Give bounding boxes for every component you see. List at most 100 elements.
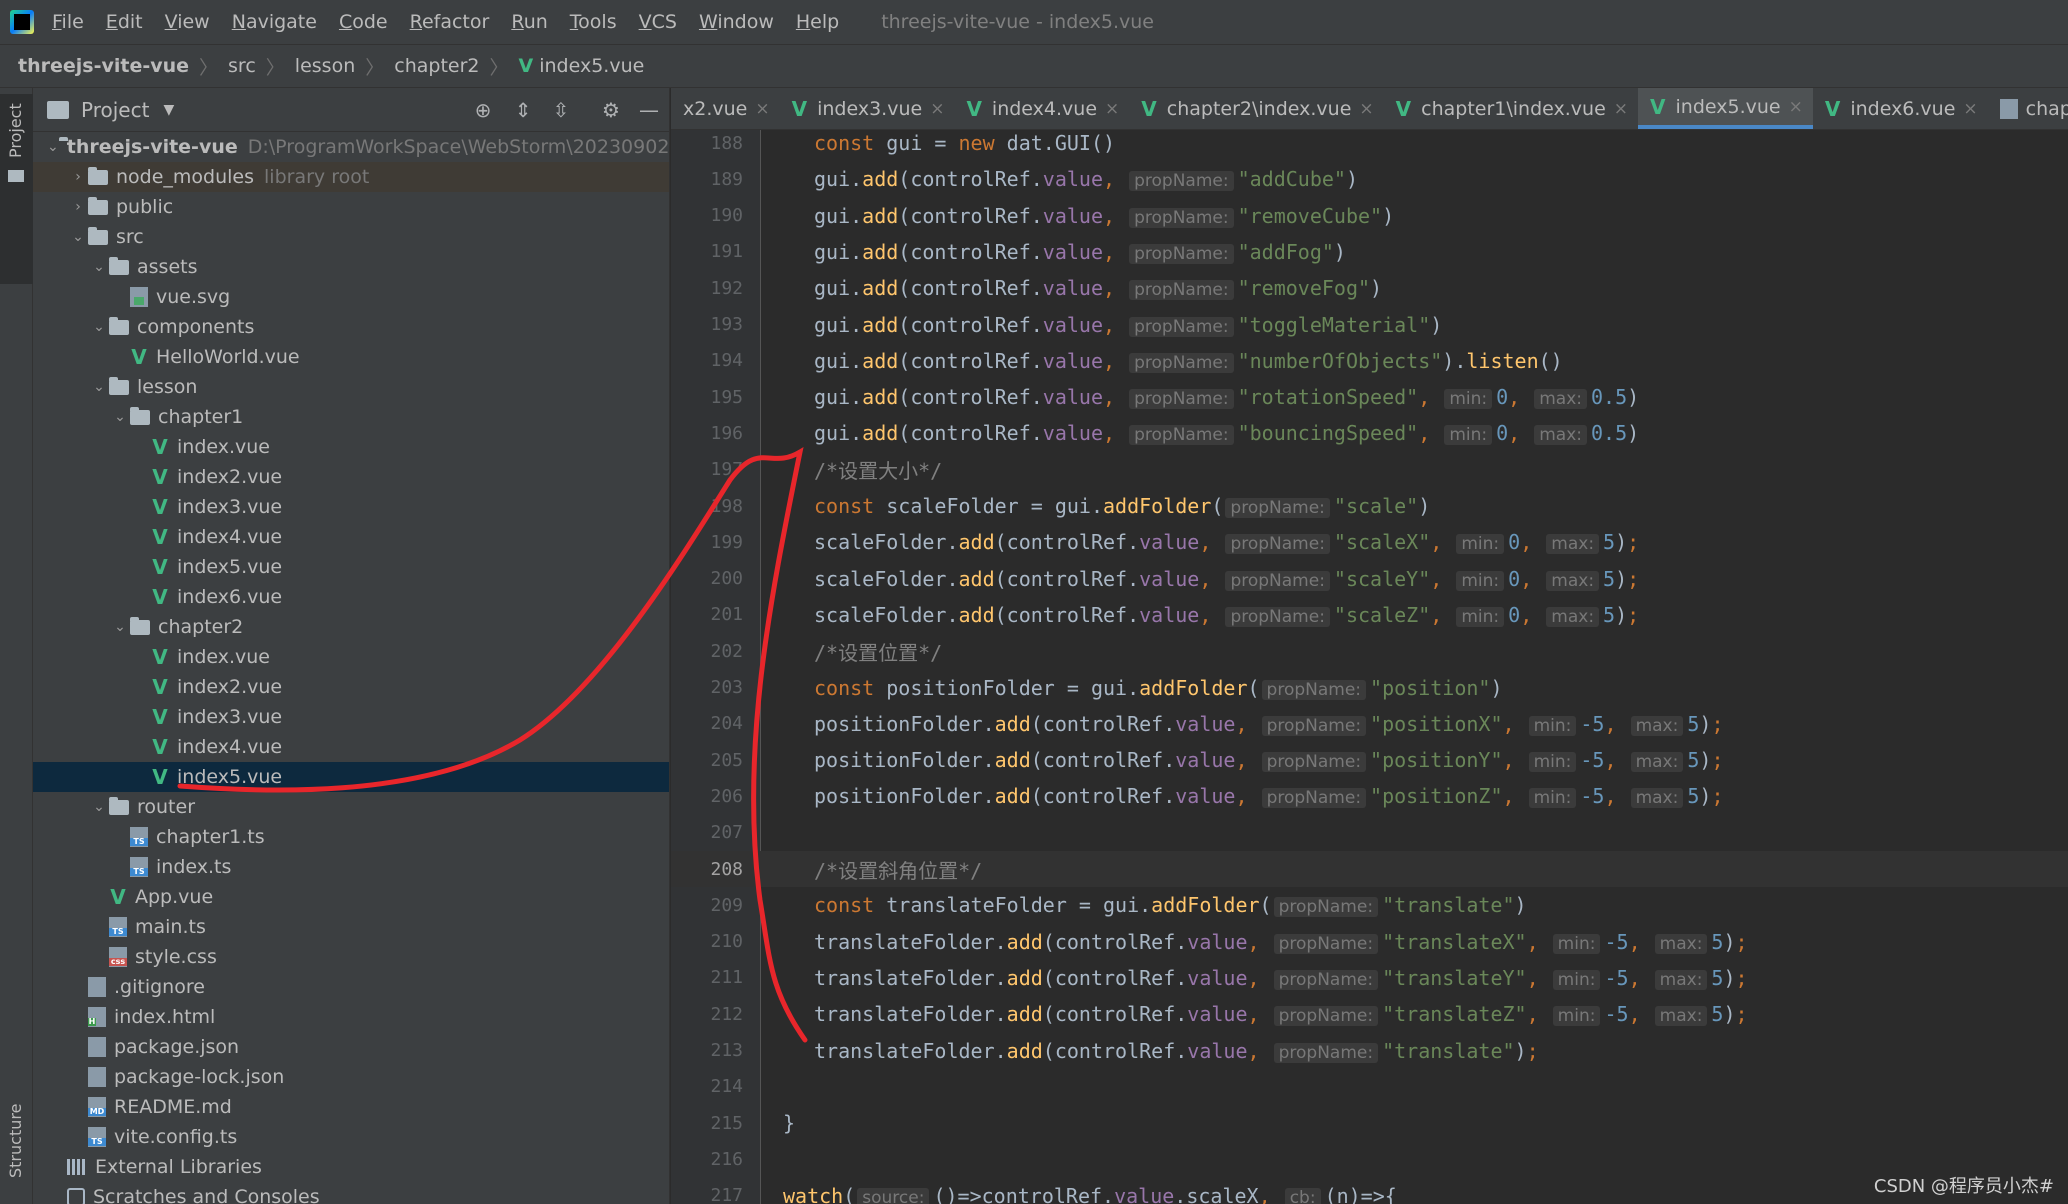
tree-file[interactable]: Vindex4.vue	[33, 732, 669, 762]
tree-file[interactable]: Vindex.vue	[33, 432, 669, 462]
line-number: 191	[710, 241, 743, 263]
tree-folder[interactable]: ⌄ src	[33, 222, 669, 252]
tree-file[interactable]: Vindex2.vue	[33, 672, 669, 702]
close-icon[interactable]: ×	[1789, 97, 1803, 117]
close-icon[interactable]: ×	[1359, 99, 1373, 119]
close-icon[interactable]: ×	[1105, 99, 1119, 119]
tree-file[interactable]: package-lock.json	[33, 1062, 669, 1092]
tree-folder[interactable]: › node_modules library root	[33, 162, 669, 192]
tree-file[interactable]: V App.vue	[33, 882, 669, 912]
editor-tab[interactable]: Vindex6.vue ×	[1813, 88, 1988, 129]
vue-file-icon: V	[152, 585, 168, 609]
tree-file[interactable]: index.html	[33, 1002, 669, 1032]
menu-tools[interactable]: Tools	[570, 11, 617, 33]
chevron-down-icon[interactable]: ⌄	[110, 619, 130, 635]
line-number: 192	[710, 277, 743, 299]
breadcrumb-item[interactable]: index5.vue	[539, 55, 644, 77]
tree-folder[interactable]: ⌄ components	[33, 312, 669, 342]
gear-icon[interactable]: ⚙	[599, 98, 623, 122]
expand-all-icon[interactable]: ⇕	[511, 98, 535, 122]
breadcrumb-item[interactable]: src	[228, 55, 256, 77]
code-line: 211 translateFolder.add(controlRef.value,…	[671, 960, 2068, 996]
menu-vcs[interactable]: VCS	[639, 11, 677, 33]
breadcrumb-item[interactable]: chapter2	[394, 55, 479, 77]
menu-edit[interactable]: Edit	[106, 11, 143, 33]
close-icon[interactable]: ×	[930, 99, 944, 119]
editor-tab[interactable]: x2.vue ×	[671, 88, 780, 129]
menu-code[interactable]: Code	[339, 11, 388, 33]
tree-file[interactable]: External Libraries	[33, 1152, 669, 1182]
chevron-down-icon[interactable]: ⌄	[89, 319, 109, 335]
locate-icon[interactable]: ⊕	[471, 98, 495, 122]
code-token: "scale"	[1333, 494, 1419, 518]
chevron-down-icon[interactable]: ▼	[163, 102, 174, 118]
chevron-down-icon[interactable]: ⌄	[89, 799, 109, 815]
code-token: ,	[1526, 965, 1551, 990]
project-view-selector[interactable]: Project	[81, 98, 149, 122]
tree-file[interactable]: Vindex3.vue	[33, 702, 669, 732]
chevron-down-icon[interactable]: ⌄	[47, 139, 59, 155]
tree-folder[interactable]: › public	[33, 192, 669, 222]
tree-file[interactable]: main.ts	[33, 912, 669, 942]
tree-file[interactable]: vue.svg	[33, 282, 669, 312]
tree-file[interactable]: style.css	[33, 942, 669, 972]
tree-folder[interactable]: ⌄ router	[33, 792, 669, 822]
menu-help[interactable]: Help	[796, 11, 839, 33]
parameter-hint: max:	[1534, 389, 1588, 410]
editor-tab[interactable]: Vchapter2\index.vue ×	[1129, 88, 1383, 129]
close-icon[interactable]: ×	[1963, 99, 1977, 119]
editor-tab[interactable]: chapte	[1988, 88, 2068, 129]
chevron-right-icon[interactable]: ›	[68, 169, 88, 185]
close-icon[interactable]: ×	[1614, 99, 1628, 119]
code-token: )	[1627, 385, 1640, 410]
parameter-hint: propName:	[1273, 1006, 1379, 1027]
tree-file[interactable]: .gitignore	[33, 972, 669, 1002]
tree-file[interactable]: Vindex5.vue	[33, 552, 669, 582]
menu-run[interactable]: Run	[511, 11, 547, 33]
tree-file[interactable]: V HelloWorld.vue	[33, 342, 669, 372]
menu-refactor[interactable]: Refactor	[410, 11, 490, 33]
tree-folder[interactable]: ⌄ assets	[33, 252, 669, 282]
tree-file[interactable]: Vindex4.vue	[33, 522, 669, 552]
editor-tab[interactable]: Vindex5.vue ×	[1638, 88, 1813, 129]
tree-folder[interactable]: ⌄ threejs-vite-vue D:\ProgramWorkSpace\Web…	[33, 132, 669, 162]
chevron-down-icon[interactable]: ⌄	[68, 229, 88, 245]
tree-folder[interactable]: ⌄ chapter2	[33, 612, 669, 642]
tree-file[interactable]: vite.config.ts	[33, 1122, 669, 1152]
editor-tab[interactable]: Vindex4.vue ×	[954, 88, 1129, 129]
collapse-all-icon[interactable]: ⇳	[549, 98, 573, 122]
tree-file[interactable]: package.json	[33, 1032, 669, 1062]
chevron-down-icon[interactable]: ⌄	[89, 379, 109, 395]
hide-icon[interactable]: —	[637, 98, 661, 122]
project-tool-button[interactable]: Project	[0, 94, 33, 284]
tree-file[interactable]: chapter1.ts	[33, 822, 669, 852]
tree-file[interactable]: Vindex5.vue	[33, 762, 669, 792]
tree-file[interactable]: Vindex3.vue	[33, 492, 669, 522]
code-token: (controlRef.	[898, 421, 1043, 446]
tree-file[interactable]: README.md	[33, 1092, 669, 1122]
menu-view[interactable]: View	[165, 11, 210, 33]
tree-file[interactable]: Vindex2.vue	[33, 462, 669, 492]
breadcrumb-item[interactable]: threejs-vite-vue	[18, 55, 189, 77]
code-text: positionFolder.add(controlRef.value, pro…	[814, 784, 1723, 809]
tree-file[interactable]: Vindex6.vue	[33, 582, 669, 612]
code-token: (	[1247, 675, 1260, 700]
tree-file[interactable]: index.ts	[33, 852, 669, 882]
chevron-right-icon[interactable]: ›	[68, 199, 88, 215]
chevron-down-icon[interactable]: ⌄	[110, 409, 130, 425]
chevron-down-icon[interactable]: ⌄	[89, 259, 109, 275]
menu-file[interactable]: File	[52, 11, 84, 33]
editor-tab[interactable]: Vchapter1\index.vue ×	[1384, 88, 1638, 129]
editor-tab[interactable]: Vindex3.vue ×	[780, 88, 955, 129]
code-editor[interactable]: 188 const gui = new dat.GUI() 189 gui.add(c…	[671, 130, 2068, 1204]
menu-navigate[interactable]: Navigate	[232, 11, 317, 33]
tree-file[interactable]: Vindex.vue	[33, 642, 669, 672]
close-icon[interactable]: ×	[755, 99, 769, 119]
project-panel: Project ▼ ⊕ ⇕ ⇳ ⚙ — ⌄ threejs-vite-vue D:\…	[33, 88, 670, 1204]
breadcrumb-item[interactable]: lesson	[295, 55, 355, 77]
tree-folder[interactable]: ⌄ chapter1	[33, 402, 669, 432]
structure-tool-label[interactable]: Structure	[6, 1104, 25, 1178]
tree-folder[interactable]: ⌄ lesson	[33, 372, 669, 402]
tree-file[interactable]: Scratches and Consoles	[33, 1182, 669, 1204]
menu-window[interactable]: Window	[699, 11, 774, 33]
